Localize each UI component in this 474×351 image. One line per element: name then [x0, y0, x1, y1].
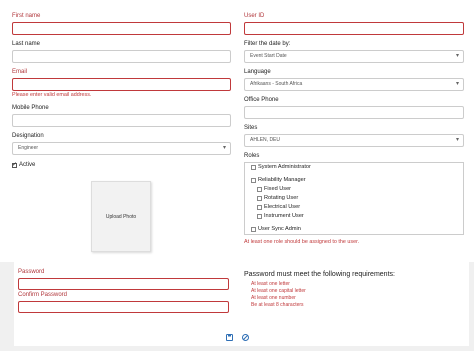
first-name-input[interactable] [12, 22, 231, 35]
role-checkbox-system-administrator[interactable] [251, 165, 256, 170]
mobile-phone-label: Mobile Phone [12, 105, 49, 111]
role-checkbox-electrical-user[interactable] [257, 205, 262, 210]
mobile-phone-input[interactable] [12, 114, 231, 127]
role-checkbox-rotating-user[interactable] [257, 196, 262, 201]
upload-photo-label: Upload Photo [105, 213, 137, 220]
role-label: Reliability Manager [258, 177, 306, 183]
role-checkbox-fixed-user[interactable] [257, 187, 262, 192]
requirement-item: At least one number [251, 295, 296, 301]
password-requirements-title: Password must meet the following require… [244, 271, 395, 278]
cancel-icon[interactable] [242, 334, 249, 341]
role-checkbox-instrument-user[interactable] [257, 214, 262, 219]
role-label: Instrument User [264, 213, 304, 219]
designation-label: Designation [12, 133, 44, 139]
user-form-panel: First name Last name Email Please enter … [0, 0, 474, 262]
confirm-password-input[interactable] [18, 301, 229, 313]
role-checkbox-reliability-manager[interactable] [251, 178, 256, 183]
role-checkbox-user-sync-admin[interactable] [251, 227, 256, 232]
upload-photo-button[interactable]: Upload Photo [91, 181, 151, 252]
language-select[interactable]: Afrikaans - South Africa [244, 78, 464, 91]
role-label: Fixed User [264, 186, 292, 192]
role-label: Rotating User [264, 195, 299, 201]
email-label: Email [12, 69, 28, 75]
role-label: System Administrator [258, 164, 311, 170]
role-label: User Sync Admin [258, 226, 301, 232]
last-name-label: Last name [12, 41, 41, 47]
role-label: Electrical User [264, 204, 301, 210]
language-label: Language [244, 69, 271, 75]
save-icon[interactable] [226, 334, 233, 341]
last-name-input[interactable] [12, 50, 231, 63]
requirement-item: At least one letter [251, 281, 290, 287]
filter-date-select[interactable]: Event Start Date [244, 50, 464, 63]
password-input[interactable] [18, 278, 229, 290]
email-error: Please enter valid email address. [12, 92, 92, 98]
user-id-label: User ID [244, 13, 265, 19]
requirement-item: Be at least 8 characters [251, 302, 304, 308]
active-checkbox[interactable] [12, 161, 17, 168]
password-label: Password [18, 269, 45, 275]
confirm-password-label: Confirm Password [18, 292, 68, 298]
office-phone-input[interactable] [244, 106, 464, 119]
roles-error: At least one role should be assigned to … [244, 239, 360, 245]
filter-date-label: Filter the date by: [244, 41, 291, 47]
first-name-label: First name [12, 13, 41, 19]
office-phone-label: Office Phone [244, 97, 279, 103]
user-id-input[interactable] [244, 22, 464, 35]
active-label: Active [19, 162, 36, 168]
email-input[interactable] [12, 78, 231, 91]
roles-list: System Administrator Reliability Manager… [244, 162, 464, 235]
sites-select[interactable]: AHLEN, DEU [244, 134, 464, 147]
designation-select[interactable]: Engineer [12, 142, 231, 155]
roles-label: Roles [244, 153, 260, 159]
requirement-item: At least one capital letter [251, 288, 306, 294]
sites-label: Sites [244, 125, 258, 131]
